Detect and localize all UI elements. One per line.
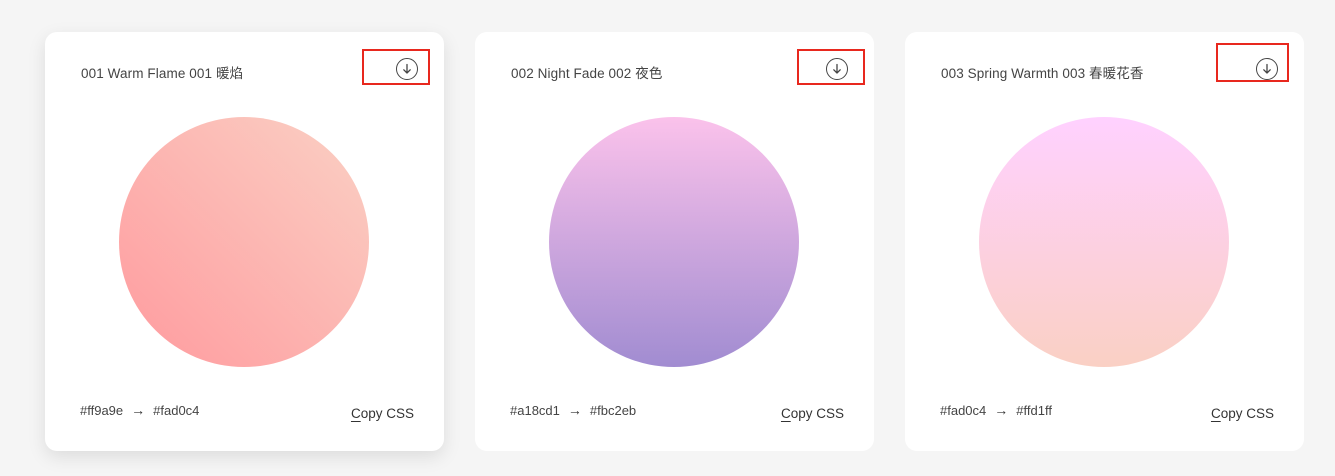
download-icon[interactable]: [1256, 58, 1278, 80]
card-title: 002 Night Fade 002 夜色: [511, 66, 663, 81]
download-icon[interactable]: [826, 58, 848, 80]
copy-css-button[interactable]: Copy CSS: [1211, 406, 1274, 421]
gradient-card-night-fade: 002 Night Fade 002 夜色 #a18cd1 → #fbc2eb Co…: [475, 32, 874, 451]
arrow-right-icon: →: [567, 402, 582, 418]
gradient-card-warm-flame: 001 Warm Flame 001 暖焰 #ff9a9e → #fad0c4 Co…: [45, 32, 444, 451]
hex-from: #ff9a9e: [80, 403, 124, 418]
gradient-swatch: [549, 117, 799, 367]
hex-to: #ffd1ff: [1016, 403, 1052, 418]
gradient-swatch: [979, 117, 1229, 367]
hex-from: #fad0c4: [940, 403, 987, 418]
gradient-hex-values: #ff9a9e → #fad0c4: [80, 402, 199, 418]
gradient-swatch: [119, 117, 369, 367]
hex-to: #fbc2eb: [589, 403, 637, 418]
download-icon[interactable]: [396, 58, 418, 80]
gradient-hex-values: #fad0c4 → #ffd1ff: [940, 402, 1052, 418]
hex-from: #a18cd1: [510, 403, 560, 418]
copy-css-button[interactable]: Copy CSS: [351, 406, 414, 421]
gradient-card-spring-warmth: 003 Spring Warmth 003 春暖花香 #fad0c4 → #ffd1…: [905, 32, 1304, 451]
gradient-hex-values: #a18cd1 → #fbc2eb: [510, 402, 636, 418]
card-title: 001 Warm Flame 001 暖焰: [81, 66, 244, 81]
download-highlight-box: [1216, 43, 1289, 82]
hex-to: #fad0c4: [153, 403, 200, 418]
arrow-right-icon: →: [994, 402, 1009, 418]
card-title: 003 Spring Warmth 003 春暖花香: [941, 66, 1144, 81]
arrow-right-icon: →: [131, 402, 146, 418]
copy-css-button[interactable]: Copy CSS: [781, 406, 844, 421]
